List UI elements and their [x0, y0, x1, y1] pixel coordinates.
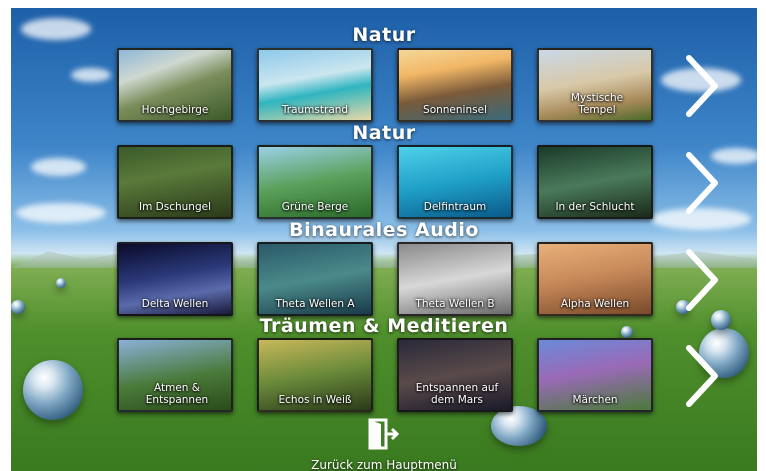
tile-label: Theta Wellen B: [415, 298, 495, 310]
menu-screen: Natur Hochgebirge Traumstrand Sonneninse…: [11, 8, 757, 471]
tile-im-dschungel[interactable]: Im Dschungel: [117, 145, 233, 219]
row-traeumen-meditieren: Atmen & Entspannen Echos in Weiß Entspan…: [11, 338, 757, 416]
back-to-main-menu-label[interactable]: Zurück zum Hauptmenü: [11, 458, 757, 471]
tile-delfintraum[interactable]: Delfintraum: [397, 145, 513, 219]
tile-maerchen[interactable]: Märchen: [537, 338, 653, 412]
tile-label: Sonneninsel: [423, 104, 487, 116]
tile-label: Alpha Wellen: [560, 298, 630, 310]
tile-label: Delfintraum: [423, 201, 487, 213]
tile-traumstrand[interactable]: Traumstrand: [257, 48, 373, 122]
tile-label: Theta Wellen A: [275, 298, 355, 310]
tile-label: Hochgebirge: [141, 104, 209, 116]
tile-label: Mystische Tempel: [570, 92, 624, 116]
next-page-arrow-icon[interactable]: [681, 344, 721, 408]
tile-alpha-wellen[interactable]: Alpha Wellen: [537, 242, 653, 316]
tile-label: Grüne Berge: [281, 201, 349, 213]
tile-entspannen-auf-dem-mars[interactable]: Entspannen auf dem Mars: [397, 338, 513, 412]
tile-label: Echos in Weiß: [278, 394, 352, 406]
tile-label: In der Schlucht: [555, 201, 635, 213]
tile-label: Entspannen auf dem Mars: [415, 382, 499, 406]
exit-door-icon[interactable]: [367, 418, 401, 450]
tile-label: Delta Wellen: [141, 298, 209, 310]
tile-sonneninsel[interactable]: Sonneninsel: [397, 48, 513, 122]
back-to-main-menu-button[interactable]: [11, 418, 757, 454]
section-title-natur-2: Natur: [352, 122, 416, 144]
tile-label: Atmen & Entspannen: [145, 382, 209, 406]
tile-in-der-schlucht[interactable]: In der Schlucht: [537, 145, 653, 219]
tile-hochgebirge[interactable]: Hochgebirge: [117, 48, 233, 122]
next-page-arrow-icon[interactable]: [681, 248, 721, 312]
tile-atmen-entspannen[interactable]: Atmen & Entspannen: [117, 338, 233, 412]
tile-gruene-berge[interactable]: Grüne Berge: [257, 145, 373, 219]
next-page-arrow-icon[interactable]: [681, 54, 721, 118]
tile-theta-wellen-b[interactable]: Theta Wellen B: [397, 242, 513, 316]
next-page-arrow-icon[interactable]: [681, 151, 721, 215]
section-title-binaurales-audio: Binaurales Audio: [289, 219, 479, 241]
section-title-traeumen-meditieren: Träumen & Meditieren: [259, 315, 509, 337]
tile-theta-wellen-a[interactable]: Theta Wellen A: [257, 242, 373, 316]
tile-delta-wellen[interactable]: Delta Wellen: [117, 242, 233, 316]
tile-echos-in-weiss[interactable]: Echos in Weiß: [257, 338, 373, 412]
row-binaurales-audio: Delta Wellen Theta Wellen A Theta Wellen…: [11, 242, 757, 320]
tile-mystische-tempel[interactable]: Mystische Tempel: [537, 48, 653, 122]
tile-label: Im Dschungel: [139, 201, 211, 213]
tile-label: Traumstrand: [281, 104, 349, 116]
tile-label: Märchen: [572, 394, 618, 406]
row-natur-2: Im Dschungel Grüne Berge Delfintraum In …: [11, 145, 757, 223]
section-title-natur-1: Natur: [352, 24, 416, 46]
row-natur-1: Hochgebirge Traumstrand Sonneninsel Myst…: [11, 48, 757, 126]
